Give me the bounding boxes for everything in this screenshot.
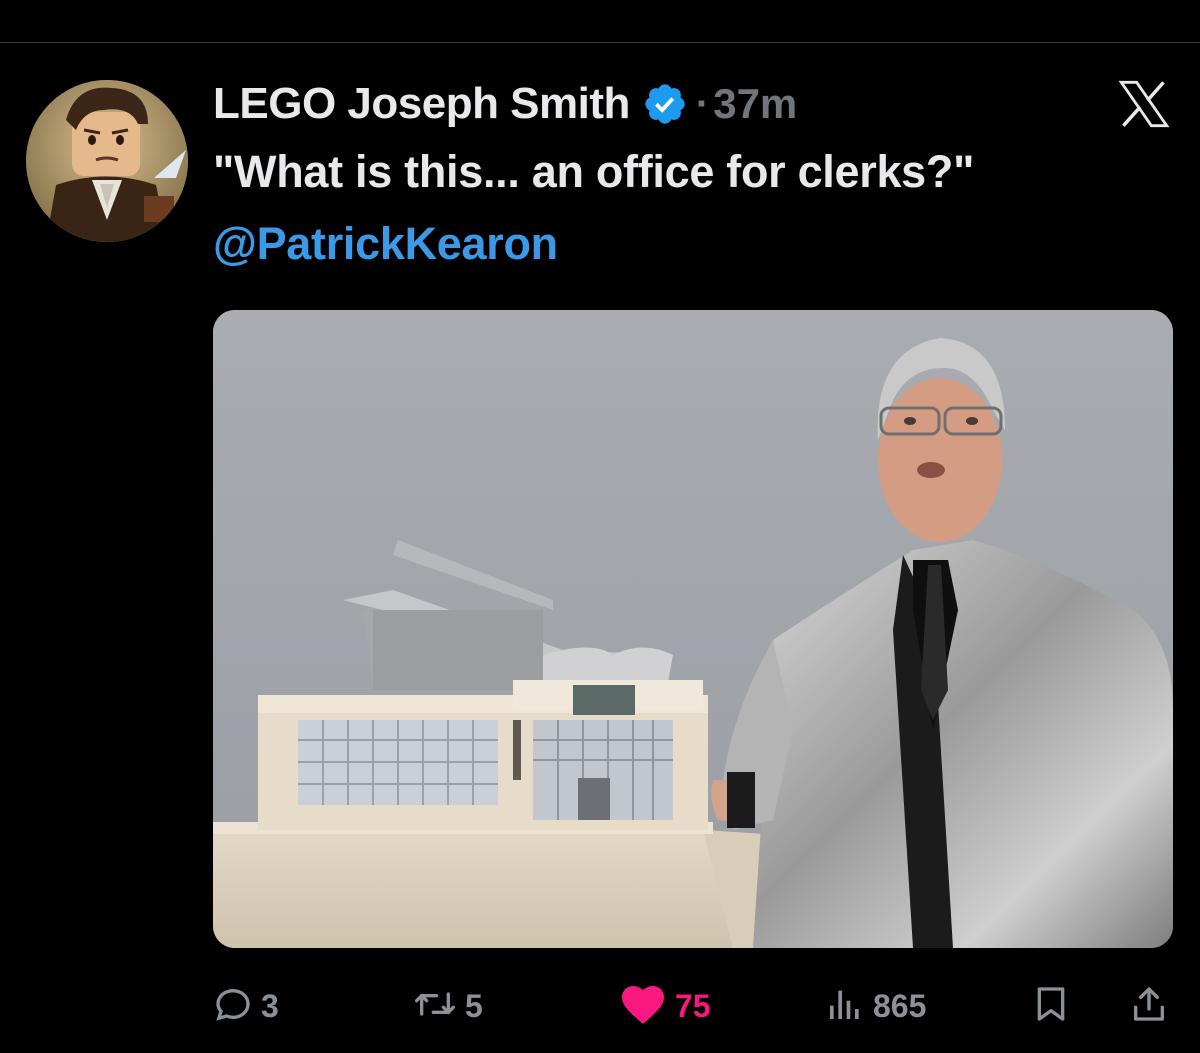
heart-icon (619, 982, 667, 1031)
display-name[interactable]: LEGO Joseph Smith (213, 79, 630, 129)
top-divider (0, 42, 1200, 43)
verified-badge-icon (642, 81, 688, 127)
action-bar: 3 5 75 865 (213, 978, 1173, 1034)
share-icon (1129, 983, 1169, 1030)
repost-button[interactable]: 5 (413, 978, 483, 1034)
x-logo-icon (1118, 80, 1170, 128)
reply-button[interactable]: 3 (213, 978, 279, 1034)
like-button[interactable]: 75 (619, 978, 711, 1034)
tweet-header: LEGO Joseph Smith · 37m (213, 76, 797, 132)
tweet-text: "What is this... an office for clerks?" (213, 146, 975, 197)
tweet-media-image[interactable] (213, 310, 1173, 948)
bookmark-button[interactable] (1031, 978, 1071, 1034)
bookmark-icon (1031, 983, 1071, 1030)
like-count: 75 (675, 987, 711, 1024)
timestamp[interactable]: 37m (713, 80, 797, 128)
separator-dot: · (695, 81, 710, 126)
views-icon (825, 984, 865, 1029)
views-count: 865 (873, 987, 927, 1024)
views-button[interactable]: 865 (825, 978, 926, 1034)
mention-link[interactable]: @PatrickKearon (213, 218, 558, 270)
avatar[interactable] (26, 80, 188, 242)
reply-icon (213, 984, 253, 1029)
repost-count: 5 (465, 987, 483, 1024)
reply-count: 3 (261, 987, 279, 1024)
repost-icon (413, 984, 457, 1029)
share-button[interactable] (1129, 978, 1169, 1034)
